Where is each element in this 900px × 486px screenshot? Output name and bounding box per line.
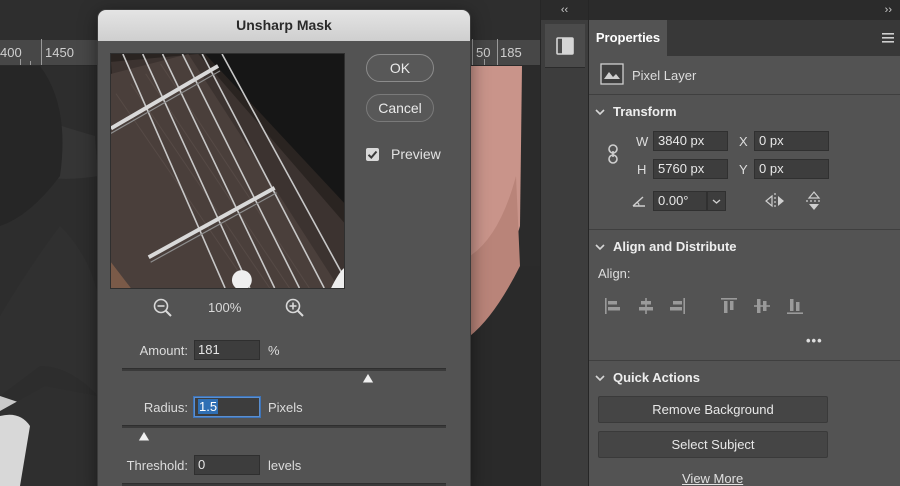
threshold-unit: levels: [268, 458, 302, 473]
angle-input[interactable]: 0.00°: [653, 191, 707, 211]
radius-slider-track[interactable]: [122, 425, 446, 428]
collapse-left-button[interactable]: ‹‹: [541, 0, 588, 20]
width-label: W: [636, 134, 649, 149]
flip-horizontal-icon[interactable]: [764, 191, 786, 211]
tab-properties[interactable]: Properties: [589, 20, 667, 56]
chevron-down-icon: [595, 375, 605, 382]
align-vertical-centers-icon[interactable]: [752, 296, 772, 316]
chevron-down-icon: [595, 109, 605, 116]
amount-label: Amount:: [139, 343, 188, 358]
ruler-tick: [472, 39, 473, 65]
width-input[interactable]: 3840 px: [653, 131, 728, 151]
quick-actions-section-header[interactable]: Quick Actions: [595, 370, 700, 385]
chevron-down-icon: [595, 244, 605, 251]
align-horizontal-centers-icon[interactable]: [636, 296, 656, 316]
pixel-layer-icon: [600, 63, 624, 85]
ruler-tick: [30, 61, 31, 65]
more-options-icon[interactable]: •••: [806, 333, 823, 348]
ruler-label: 400: [0, 45, 22, 60]
remove-background-button[interactable]: Remove Background: [598, 396, 828, 423]
dialog-title: Unsharp Mask: [98, 10, 470, 41]
align-right-edges-icon[interactable]: [667, 296, 687, 316]
radius-label: Radius:: [143, 400, 188, 415]
threshold-label: Threshold:: [126, 458, 188, 473]
ruler-tick: [41, 39, 42, 65]
quick-actions-title: Quick Actions: [613, 370, 700, 385]
ruler-tick: [484, 59, 485, 65]
ok-button[interactable]: OK: [366, 54, 434, 82]
threshold-input[interactable]: 0: [194, 455, 260, 475]
zoom-level: 100%: [208, 300, 242, 315]
cancel-button[interactable]: Cancel: [366, 94, 434, 122]
transform-title: Transform: [613, 104, 677, 119]
flip-vertical-icon[interactable]: [804, 190, 824, 212]
transform-section-header[interactable]: Transform: [595, 104, 677, 119]
align-label: Align:: [598, 266, 631, 281]
chevron-down-icon: [712, 199, 721, 204]
y-label: Y: [739, 162, 748, 177]
zoom-in-icon[interactable]: [284, 297, 306, 319]
link-icon[interactable]: [606, 143, 620, 165]
panel-tab-bar: Properties: [589, 20, 900, 56]
section-divider: [589, 360, 900, 361]
layer-type-label: Pixel Layer: [632, 68, 697, 83]
height-label: H: [637, 162, 647, 177]
panel-menu-icon[interactable]: [882, 31, 894, 45]
collapse-right-button[interactable]: ››: [589, 0, 900, 20]
section-divider: [589, 94, 900, 95]
ruler-label: 1450: [45, 45, 74, 60]
x-input[interactable]: 0 px: [754, 131, 829, 151]
ruler-tick: [20, 59, 21, 65]
radius-slider-thumb[interactable]: [137, 430, 151, 442]
height-input[interactable]: 5760 px: [653, 159, 728, 179]
preview-checkbox[interactable]: [366, 148, 379, 161]
preview-label[interactable]: Preview: [391, 146, 441, 162]
filter-preview-image[interactable]: [110, 53, 345, 289]
section-divider: [589, 229, 900, 230]
align-section-header[interactable]: Align and Distribute: [595, 239, 737, 254]
radius-input[interactable]: 1.5: [194, 397, 260, 417]
view-more-link[interactable]: View More: [682, 471, 743, 486]
properties-panel: ›› Properties Pixel Layer Transform W 38…: [588, 0, 900, 486]
checkmark-icon: [367, 150, 378, 159]
radius-value-selected: 1.5: [198, 399, 219, 414]
ruler-label: 185: [500, 45, 522, 60]
panel-icon-strip: ‹‹: [540, 0, 588, 486]
amount-unit: %: [268, 343, 280, 358]
select-subject-button[interactable]: Select Subject: [598, 431, 828, 458]
ruler-label: 50: [476, 45, 491, 60]
x-label: X: [739, 134, 748, 149]
book-icon: [556, 37, 574, 55]
align-title: Align and Distribute: [613, 239, 737, 254]
ruler-tick: [497, 39, 498, 65]
align-bottom-edges-icon[interactable]: [785, 296, 805, 316]
amount-slider-thumb[interactable]: [361, 372, 375, 384]
angle-icon: [632, 196, 645, 207]
align-left-edges-icon[interactable]: [603, 296, 623, 316]
angle-dropdown[interactable]: [707, 191, 726, 211]
libraries-panel-button[interactable]: [545, 24, 585, 68]
zoom-out-icon[interactable]: [152, 297, 174, 319]
amount-input[interactable]: 181: [194, 340, 260, 360]
y-input[interactable]: 0 px: [754, 159, 829, 179]
radius-unit: Pixels: [268, 400, 303, 415]
amount-slider-track[interactable]: [122, 368, 446, 371]
zoom-controls: 100%: [98, 297, 358, 319]
align-top-edges-icon[interactable]: [719, 296, 739, 316]
unsharp-mask-dialog: Unsharp Mask OK Cancel Preview 100% Amou…: [98, 10, 470, 486]
